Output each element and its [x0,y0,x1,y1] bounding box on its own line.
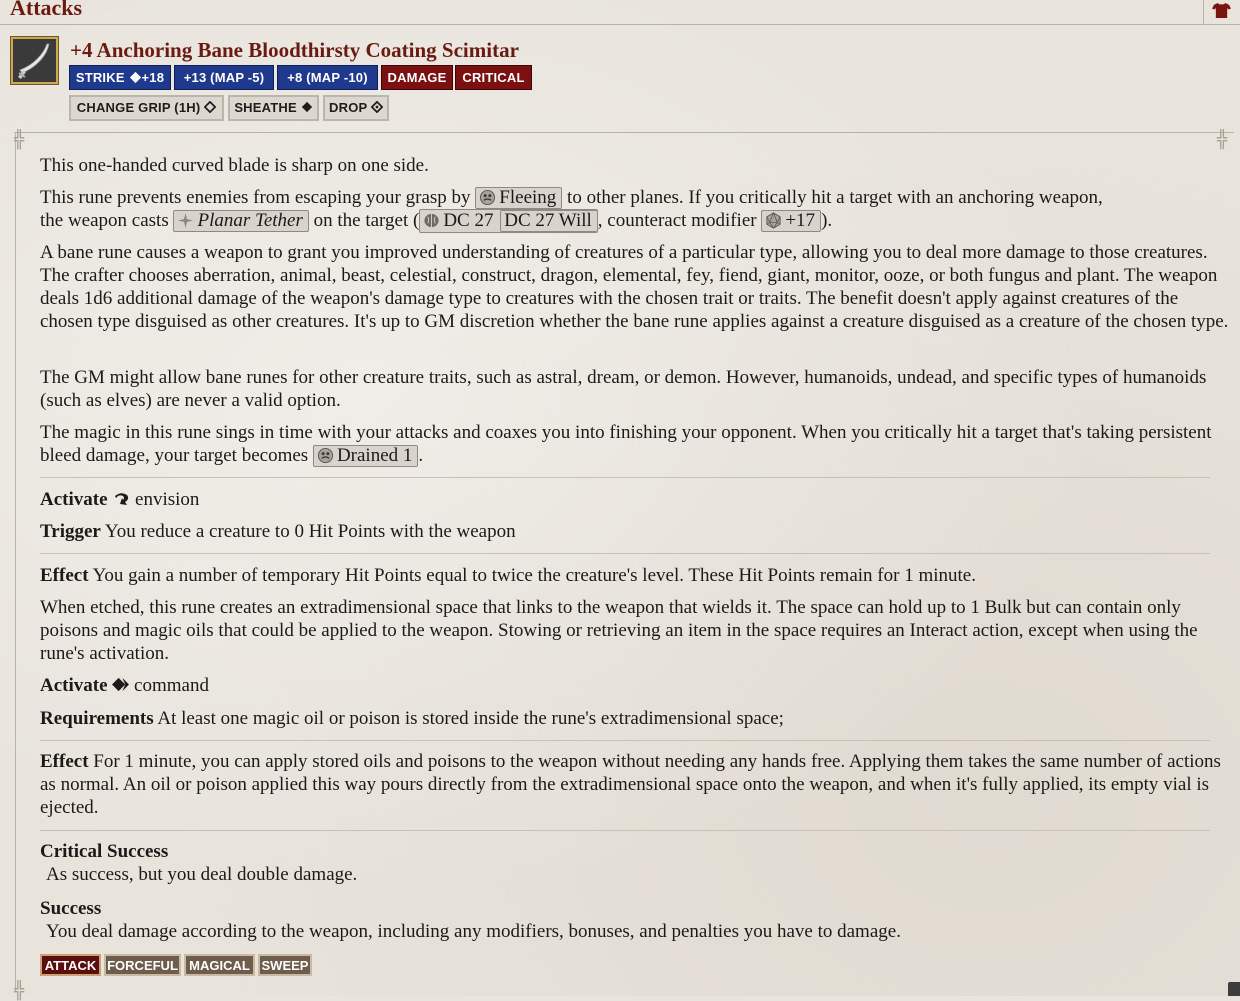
trigger-line: Trigger You reduce a creature to 0 Hit P… [40,520,1230,543]
critical-success-text: As success, but you deal double damage. [46,864,358,885]
text-span: to other planes. If you critically hit a… [567,187,1103,208]
d20-icon [766,212,781,229]
trait-sweep[interactable]: SWEEP [258,954,312,976]
activate-label: Activate [40,489,108,510]
coating-rune-text: When etched, this rune creates an extrad… [40,597,1198,664]
requirements-line: Requirements At least one magic oil or p… [40,707,1230,730]
separator [40,740,1210,741]
activate-text: envision [135,489,200,510]
effect-label: Effect [40,751,89,772]
drop-button[interactable]: DROP [323,95,389,121]
drop-label: DROP [329,100,368,115]
bloodthirsty-rune-text: The magic in this rune sings in time wit… [40,421,1230,467]
single-action-outline-icon [203,100,217,114]
change-grip-button[interactable]: CHANGE GRIP (1H) [69,95,224,121]
text-span: on the target ( [313,210,420,231]
single-action-icon [301,101,312,113]
sheathe-button[interactable]: SHEATHE [228,95,319,121]
separator [40,477,1210,478]
success-heading: Success [40,898,102,919]
dc-label: DC 27 [443,210,494,231]
description-frame-top [14,132,1234,133]
brain-icon [424,213,439,228]
shirt-icon[interactable] [1212,2,1231,19]
text-span: . [418,445,424,466]
change-grip-label: CHANGE GRIP (1H) [76,100,201,115]
map-5-button[interactable]: +13 (MAP -5) [174,65,274,90]
text-span: The magic in this rune sings in time wit… [40,422,1212,466]
text-span: , counteract modifier [597,210,757,231]
reaction-icon [115,493,129,505]
modifier-label: +17 [785,210,816,231]
separator [40,830,1210,831]
single-action-icon [112,677,130,692]
requirements-text: At least one magic oil or poison is stor… [157,708,784,729]
drained-condition-link[interactable]: Drained 1 [312,445,419,467]
bane-rune-text: A bane rune causes a weapon to grant you… [40,242,1229,332]
text-span: This rune prevents enemies from escaping… [40,187,471,208]
planar-tether-label: Planar Tether [197,210,303,231]
section-header: Attacks [0,0,1240,25]
damage-button[interactable]: DAMAGE [381,65,453,90]
header-divider [1203,0,1204,24]
requirements-label: Requirements [40,708,154,729]
dc-will-save-link[interactable]: DC 27 Will [500,210,597,232]
frame-corner-ornament: ╬ [14,130,25,150]
activate-label: Activate [40,675,108,696]
dc-will-label: DC 27 Will [504,210,592,231]
text-span: the weapon casts [40,210,169,231]
strike-label: STRIKE [75,70,125,85]
dc-check-link[interactable]: DC 27 DC 27 Will [419,209,598,233]
single-action-icon [129,71,141,84]
description-frame-left [15,132,16,992]
text-span: ). [821,210,833,231]
frame-corner-ornament: ╬ [1217,130,1228,150]
effect-text: You gain a number of temporary Hit Point… [92,565,976,586]
strike-bonus: +18 [141,70,165,85]
trait-magical[interactable]: MAGICAL [184,954,255,976]
trait-forceful[interactable]: FORCEFUL [104,954,181,976]
condition-icon [317,447,333,464]
effect-line: Effect You gain a number of temporary Hi… [40,564,1230,587]
drained-label: Drained 1 [336,445,413,466]
planar-tether-spell-link[interactable]: Planar Tether [173,210,309,232]
separator [40,553,1210,554]
trigger-text: You reduce a creature to 0 Hit Points wi… [104,521,516,542]
strike-button[interactable]: STRIKE +18 [69,65,171,90]
activate-envision: Activate envision [40,488,1230,511]
critical-success-label: Critical Success [40,840,1230,863]
success-label: Success [40,897,1230,920]
effect-label: Effect [40,565,89,586]
trait-attack[interactable]: ATTACK [40,954,101,976]
item-name[interactable]: +4 Anchoring Bane Bloodthirsty Coating S… [70,38,519,63]
effect-text: For 1 minute, you can apply stored oils … [40,751,1221,818]
effect-line: Effect For 1 minute, you can apply store… [40,750,1230,819]
map-10-button[interactable]: +8 (MAP -10) [277,65,378,90]
fleeing-condition-link[interactable]: Fleeing [475,187,563,209]
free-action-icon [370,100,384,114]
success-text: You deal damage according to the weapon,… [46,921,901,942]
activate-command: Activate command [40,674,1230,697]
critical-button[interactable]: CRITICAL [455,65,532,90]
fleeing-label: Fleeing [499,187,557,208]
activate-text: command [134,675,209,696]
sparkle-icon [178,212,194,229]
condition-icon [480,189,496,206]
bane-rune-gm-text: The GM might allow bane runes for other … [40,367,1207,411]
counteract-roll-link[interactable]: +17 [761,210,822,232]
anchoring-rune-text: This rune prevents enemies from escaping… [40,186,1230,233]
section-title: Attacks [10,0,83,20]
frame-corner-ornament: ╬ [14,981,25,1001]
critical-success-heading: Critical Success [40,841,169,862]
resize-handle[interactable] [1228,982,1240,996]
scimitar-icon[interactable] [11,37,58,84]
trigger-label: Trigger [40,521,101,542]
sheathe-label: SHEATHE [234,100,297,115]
description-intro: This one-handed curved blade is sharp on… [40,155,429,176]
